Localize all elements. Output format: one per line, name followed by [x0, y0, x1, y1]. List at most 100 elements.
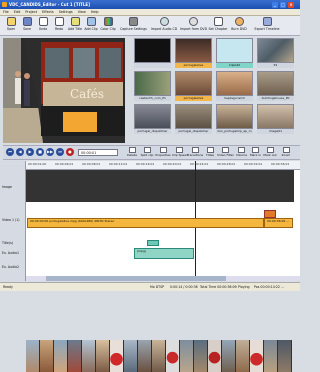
- time-ruler[interactable]: 00:00:01;00 00:00:06;01 00:00:08;01 00:0…: [26, 161, 300, 170]
- menu-file[interactable]: File: [3, 10, 9, 14]
- bin-item[interactable]: image01: [257, 104, 294, 135]
- preview-monitor[interactable]: Cafés: [3, 38, 125, 143]
- properties-button[interactable]: Properties: [155, 147, 171, 160]
- track-label-image: Image: [2, 185, 12, 189]
- menu-settings[interactable]: Settings: [59, 10, 73, 14]
- status-total: Total Time 00:00:36:09: [200, 285, 237, 289]
- split-clip-button[interactable]: Split clip: [140, 147, 154, 160]
- import-dvd-button[interactable]: Import from DVD: [180, 17, 207, 35]
- undo-button[interactable]: Undo: [36, 17, 50, 35]
- filmstrip-frame: [40, 340, 54, 372]
- bin-item[interactable]: buildingshouse_P0: [257, 71, 294, 102]
- bin-item[interactable]: portugalalive: [175, 71, 212, 102]
- mark-in-button[interactable]: Mark in: [249, 147, 262, 160]
- video-clip[interactable]: 00:00:00:00 portugalalive.mpg (640x480) …: [27, 218, 264, 228]
- capture-settings-button[interactable]: Capture Settings: [120, 17, 147, 35]
- undo-icon: [38, 17, 48, 26]
- maximize-button[interactable]: □: [280, 1, 286, 8]
- bin-item[interactable]: [134, 38, 171, 69]
- ruler-tick-label: 00:00:01;00: [28, 162, 47, 166]
- menu-project[interactable]: Project: [25, 10, 37, 14]
- filmstrip-frame: [96, 340, 110, 372]
- save-button[interactable]: Save: [20, 17, 34, 35]
- thumbnail-image: [257, 71, 294, 96]
- export-icon: [262, 17, 272, 26]
- burn-dvd-button[interactable]: Burn DVD: [230, 17, 248, 35]
- thumbnail-image: [134, 104, 171, 129]
- bin-item[interactable]: Clipb40: [216, 38, 253, 69]
- filmstrip-frame: [236, 340, 250, 372]
- delete-button[interactable]: Delete: [125, 147, 139, 160]
- filmstrip-frame: [110, 340, 124, 372]
- filmstrip-frame: [264, 340, 278, 372]
- menu-effects[interactable]: Effects: [42, 10, 54, 14]
- thumbnail-image: [257, 104, 294, 129]
- open-button[interactable]: Open: [4, 17, 18, 35]
- video-clip[interactable]: 00:00:36:09 ...: [264, 218, 293, 228]
- bin-item[interactable]: portugal_dispatcher: [175, 104, 212, 135]
- thumbnail-image: [216, 104, 253, 129]
- ruler-tick-label: 00:00:08;01: [82, 162, 101, 166]
- bin-item[interactable]: portugalalive: [175, 38, 212, 69]
- go-end-button[interactable]: ⏭: [56, 148, 64, 156]
- add-title-button[interactable]: Add Title: [68, 17, 82, 35]
- ruler-tick-label: 00:00:06;01: [55, 162, 74, 166]
- go-start-button[interactable]: ⏮: [6, 148, 14, 156]
- bin-item[interactable]: castanhh_com_P1: [134, 71, 171, 102]
- filmstrip-frame: [194, 340, 208, 372]
- add-clip-icon: [86, 17, 96, 26]
- thumbnail-image: [216, 38, 253, 63]
- bin-item[interactable]: portugal_dispatcher: [134, 104, 171, 135]
- volume-button[interactable]: Volume: [235, 147, 248, 160]
- stop-button[interactable]: ■: [36, 148, 44, 156]
- bin-item[interactable]: heptagonsmll: [216, 71, 253, 102]
- bin-item[interactable]: box_portugalmp_ap_m: [216, 104, 253, 135]
- transitions-button[interactable]: Transitions: [187, 147, 203, 160]
- close-button[interactable]: ×: [288, 1, 294, 8]
- ruler-tick-label: 00:00:20;01: [163, 162, 182, 166]
- add-title-icon: [70, 17, 80, 26]
- filmstrip-frame: [54, 340, 68, 372]
- video-filter-button[interactable]: Video Filter: [217, 147, 234, 160]
- filmstrip-frame: [124, 340, 138, 372]
- window-title: VDC_CANDIDS_Editor - Cut 1 [TITLE]: [9, 2, 90, 7]
- filmstrip-frame: [222, 340, 236, 372]
- audio-clip[interactable]: (mpg): [134, 248, 194, 259]
- play-button[interactable]: ▶: [26, 148, 34, 156]
- ruler-tick-label: 00:00:36;01: [271, 162, 290, 166]
- bin-item[interactable]: P1: [257, 38, 294, 69]
- menu-view[interactable]: View: [78, 10, 86, 14]
- filmstrip-frame: [82, 340, 96, 372]
- add-clip-button[interactable]: Add Clip: [84, 17, 98, 35]
- menu-help[interactable]: Help: [91, 10, 99, 14]
- export-timeline-button[interactable]: Export Timeline: [252, 17, 282, 35]
- filmstrip-frame: [208, 340, 222, 372]
- ruler-tick-label: 00:00:16;01: [136, 162, 155, 166]
- menu-edit[interactable]: Edit: [14, 10, 21, 14]
- record-button[interactable]: ●: [66, 148, 74, 156]
- timeline-scrollbar[interactable]: [26, 276, 300, 281]
- fast-forward-button[interactable]: ▶▶: [46, 148, 54, 156]
- mark-out-button[interactable]: Mark out: [263, 147, 277, 160]
- title-clip[interactable]: [147, 240, 159, 246]
- color-clip-button[interactable]: Color Clip: [100, 17, 116, 35]
- ruler-tick-label: 00:00:32;01: [244, 162, 263, 166]
- transition-marker[interactable]: [264, 210, 276, 218]
- redo-button[interactable]: Redo: [52, 17, 66, 35]
- preview-frame: Cafés: [3, 38, 125, 143]
- set-chapter-button[interactable]: Set Chapter: [208, 17, 228, 35]
- clip-speed-button[interactable]: Clip Speed: [172, 147, 188, 160]
- import-audio-cd-button[interactable]: Import Audio CD: [150, 17, 178, 35]
- dvd-icon: [188, 17, 198, 26]
- titles-button[interactable]: Titles: [204, 147, 216, 160]
- filmstrip-frame: [138, 340, 152, 372]
- scrollbar-thumb[interactable]: [46, 276, 226, 281]
- image-track-filmstrip[interactable]: [26, 170, 294, 372]
- minimize-button[interactable]: _: [272, 1, 278, 8]
- rewind-button[interactable]: ◀: [16, 148, 24, 156]
- status-timecode: 0:00:14 / 0:00:36: [170, 285, 198, 289]
- title-bar: VDC_CANDIDS_Editor - Cut 1 [TITLE] _ □ ×: [0, 0, 300, 9]
- zoom-button[interactable]: Zoom: [279, 147, 293, 160]
- thumbnail-image: [175, 104, 212, 129]
- track-label-titles: Title(s): [2, 241, 13, 245]
